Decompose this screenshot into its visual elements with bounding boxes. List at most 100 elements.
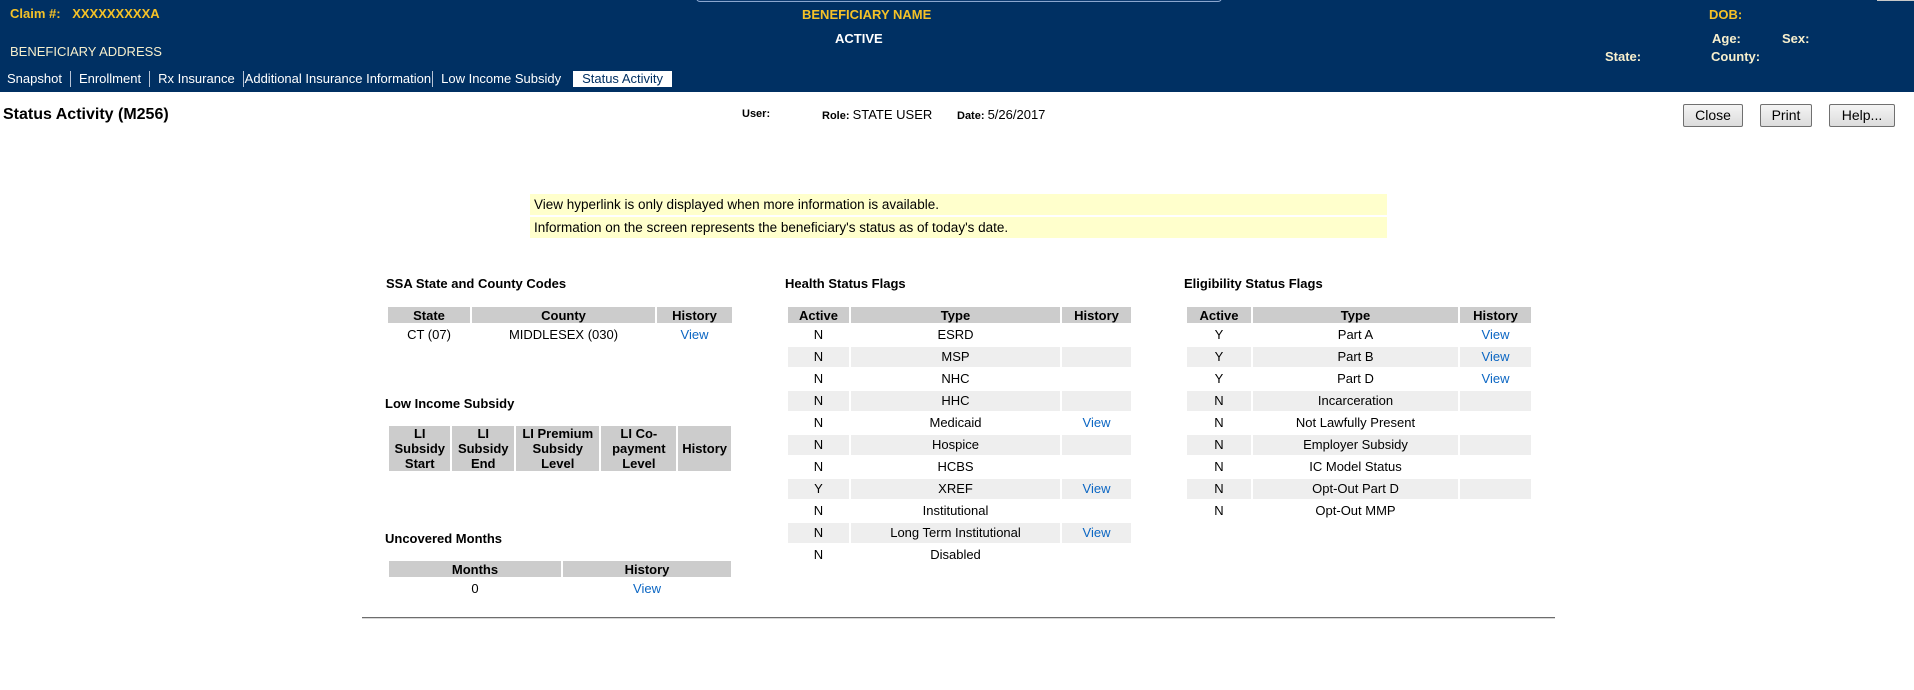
table-row: N MSP xyxy=(788,347,1131,367)
beneficiary-header: Claim #: XXXXXXXXXA BENEFICIARY ADDRESS … xyxy=(0,0,1914,92)
type-cell: Hospice xyxy=(851,435,1060,455)
table-row: N NHC xyxy=(788,369,1131,389)
active-cell: Y xyxy=(1214,327,1224,342)
tab-snapshot[interactable]: Snapshot xyxy=(0,71,70,87)
active-cell: N xyxy=(813,327,824,342)
history-cell xyxy=(1062,325,1131,345)
active-cell: N xyxy=(813,503,824,518)
beneficiary-name: BENEFICIARY NAME xyxy=(802,7,932,22)
tab-status-activity[interactable]: Status Activity xyxy=(573,71,672,87)
table-row: N Incarceration xyxy=(1187,391,1531,411)
months-cell: 0 xyxy=(471,581,479,596)
column-header: History xyxy=(678,426,731,471)
close-button[interactable]: Close xyxy=(1683,104,1743,127)
table-row: N Long Term Institutional View xyxy=(788,523,1131,543)
column-header: Type xyxy=(851,307,1060,323)
county-label: County: xyxy=(1711,49,1761,64)
history-cell xyxy=(1460,479,1531,499)
tab-rx-insurance[interactable]: Rx Insurance xyxy=(150,71,236,87)
view-history-link[interactable]: View xyxy=(1083,481,1111,496)
active-cell: N xyxy=(813,459,824,474)
active-cell: N xyxy=(1214,415,1224,430)
info-notice: View hyperlink is only displayed when mo… xyxy=(530,194,1387,240)
column-header: LI Subsidy End xyxy=(452,426,514,471)
history-cell: View xyxy=(1062,523,1131,543)
column-header: LI Premium Subsidy Level xyxy=(515,426,600,471)
history-cell xyxy=(1460,501,1531,521)
type-cell: NHC xyxy=(941,371,970,386)
table-row: CT (07) MIDDLESEX (030) View xyxy=(388,325,732,345)
table-row: N HCBS xyxy=(788,457,1131,477)
history-cell xyxy=(1460,435,1531,455)
state-cell: CT (07) xyxy=(407,327,451,342)
claim-number: Claim #: XXXXXXXXXA xyxy=(10,6,160,21)
print-button[interactable]: Print xyxy=(1760,104,1812,127)
type-cell: Opt-Out MMP xyxy=(1315,503,1396,518)
role-label: Role: xyxy=(822,110,850,122)
sex-label: Sex: xyxy=(1782,31,1810,46)
table-row: N ESRD xyxy=(788,325,1131,345)
column-header: Active xyxy=(788,307,849,323)
history-cell: View xyxy=(1460,347,1531,367)
header-corner-panel xyxy=(1877,0,1914,1)
age-label: Age: xyxy=(1712,31,1741,46)
type-cell: IC Model Status xyxy=(1309,459,1402,474)
type-cell: ESRD xyxy=(937,327,974,342)
type-cell: Long Term Institutional xyxy=(851,523,1060,543)
low-income-subsidy-table: LI Subsidy Start LI Subsidy End LI Premi… xyxy=(387,424,733,473)
low-income-subsidy-title: Low Income Subsidy xyxy=(385,396,515,411)
header-top-panel xyxy=(696,0,1222,2)
table-row: Y XREF View xyxy=(788,479,1131,499)
tab-bar: Snapshot Enrollment Rx Insurance Additio… xyxy=(0,70,672,88)
ssa-codes-table: State County History CT (07) MIDDLESEX (… xyxy=(386,305,734,347)
active-cell: N xyxy=(788,347,849,367)
active-cell: N xyxy=(1214,503,1224,518)
type-cell: Opt-Out Part D xyxy=(1253,479,1458,499)
column-header: History xyxy=(1460,307,1531,323)
type-cell: Medicaid xyxy=(929,415,982,430)
table-row: N HHC xyxy=(788,391,1131,411)
column-header: Type xyxy=(1253,307,1458,323)
history-cell xyxy=(1062,369,1131,389)
history-cell: View xyxy=(1460,369,1531,389)
type-cell: HHC xyxy=(851,391,1060,411)
view-history-link[interactable]: View xyxy=(1482,371,1510,386)
county-cell: MIDDLESEX (030) xyxy=(508,327,619,342)
type-cell: Part D xyxy=(1337,371,1374,386)
active-cell: N xyxy=(813,547,824,562)
active-cell: N xyxy=(788,435,849,455)
table-row: N Medicaid View xyxy=(788,413,1131,433)
column-header: LI Subsidy Start xyxy=(389,426,451,471)
eligibility-status-flags-table: Active Type History Y Part A View Y Part B Vi… xyxy=(1185,305,1533,523)
active-cell: N xyxy=(813,371,824,386)
history-cell xyxy=(1460,413,1531,433)
table-row: N Employer Subsidy xyxy=(1187,435,1531,455)
table-row: N Institutional xyxy=(788,501,1131,521)
type-cell: Part B xyxy=(1253,347,1458,367)
column-header: Active xyxy=(1187,307,1251,323)
page-title: Status Activity (M256) xyxy=(3,106,169,123)
view-history-link[interactable]: View xyxy=(1083,525,1111,540)
role-info: Role: STATE USER xyxy=(822,107,932,122)
column-header: History xyxy=(563,561,731,577)
view-history-link[interactable]: View xyxy=(1482,327,1510,342)
help-button[interactable]: Help... xyxy=(1829,104,1895,127)
view-history-link[interactable]: View xyxy=(1083,415,1111,430)
column-header: History xyxy=(1062,307,1131,323)
type-cell: MSP xyxy=(851,347,1060,367)
view-history-link[interactable]: View xyxy=(681,327,709,342)
history-cell xyxy=(1062,391,1131,411)
tab-enrollment[interactable]: Enrollment xyxy=(71,71,149,87)
history-cell: View xyxy=(1062,413,1131,433)
state-label: State: xyxy=(1605,49,1642,64)
type-cell: HCBS xyxy=(937,459,974,474)
type-cell: XREF xyxy=(851,479,1060,499)
view-history-link[interactable]: View xyxy=(1482,349,1510,364)
role-value: STATE USER xyxy=(852,107,933,122)
tab-additional-insurance[interactable]: Additional Insurance Information xyxy=(244,71,432,87)
uncovered-months-table: Months History 0 View xyxy=(387,559,733,601)
history-cell xyxy=(1460,457,1531,477)
view-history-link[interactable]: View xyxy=(633,581,661,596)
table-row: N Disabled xyxy=(788,545,1131,565)
tab-low-income-subsidy[interactable]: Low Income Subsidy xyxy=(433,71,569,87)
